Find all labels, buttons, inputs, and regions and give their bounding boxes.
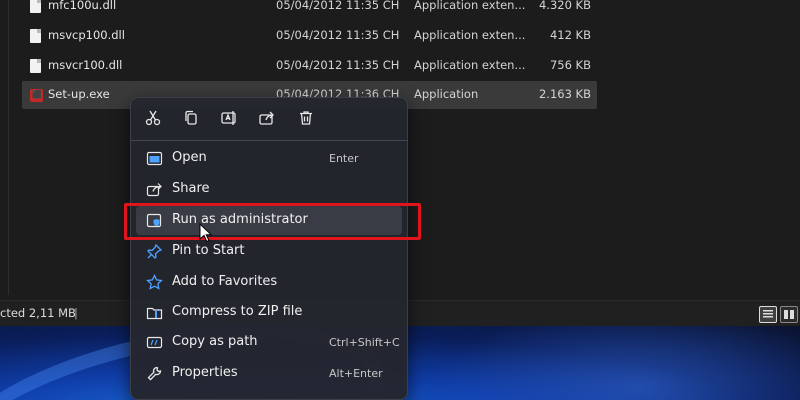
details-view-button[interactable] <box>759 306 777 323</box>
cut-button[interactable] <box>142 107 164 129</box>
pin-icon <box>146 243 163 260</box>
menu-item-compress-zip[interactable]: Compress to ZIP file <box>136 298 402 327</box>
status-separator: | <box>74 306 78 320</box>
path-icon <box>146 334 163 351</box>
dll-file-icon <box>30 59 41 73</box>
menu-shortcut: Alt+Enter <box>329 367 383 380</box>
menu-item-add-to-favorites[interactable]: Add to Favorites <box>136 268 402 297</box>
menu-item-share[interactable]: Share <box>136 175 402 204</box>
file-date: 05/04/2012 11:35 CH <box>276 0 400 12</box>
menu-item-properties[interactable]: Properties Alt+Enter <box>136 359 402 388</box>
share-icon <box>146 181 163 198</box>
menu-label: Copy as path <box>172 334 258 349</box>
star-icon <box>146 273 163 291</box>
trash-icon <box>300 111 312 125</box>
menu-label: Share <box>172 181 210 196</box>
quick-action-bar <box>131 98 407 138</box>
file-row[interactable]: mfc100u.dll 05/04/2012 11:35 CH Applicat… <box>22 0 597 20</box>
menu-item-pin-to-start[interactable]: Pin to Start <box>136 237 402 266</box>
menu-shortcut: Ctrl+Shift+C <box>329 336 400 349</box>
open-window-icon <box>146 150 163 167</box>
copy-icon <box>185 110 197 125</box>
wrench-icon <box>146 365 163 382</box>
menu-label: Compress to ZIP file <box>172 304 303 319</box>
menu-label: Add to Favorites <box>172 274 278 289</box>
copy-button[interactable] <box>180 107 202 129</box>
file-name: Set-up.exe <box>48 87 110 101</box>
dll-file-icon <box>30 0 41 13</box>
file-size: 4.320 KB <box>538 0 591 12</box>
file-type: Application exten... <box>414 0 526 12</box>
menu-label: Properties <box>172 365 238 380</box>
menu-item-open[interactable]: Open Enter <box>136 144 402 173</box>
file-size: 2.163 KB <box>538 87 591 101</box>
file-name: msvcp100.dll <box>48 28 125 42</box>
share-button[interactable] <box>256 107 278 129</box>
file-row[interactable]: msvcr100.dll 05/04/2012 11:35 CH Applica… <box>22 52 597 80</box>
menu-shortcut: Enter <box>329 152 359 165</box>
delete-button[interactable] <box>295 107 317 129</box>
file-date: 05/04/2012 11:35 CH <box>276 58 400 72</box>
file-name: msvcr100.dll <box>48 58 123 72</box>
menu-separator <box>131 140 407 141</box>
file-size: 412 KB <box>549 28 591 42</box>
selection-status: cted 2,11 MB <box>0 306 76 320</box>
file-row[interactable]: msvcp100.dll 05/04/2012 11:35 CH Applica… <box>22 22 597 50</box>
menu-item-copy-as-path[interactable]: Copy as path Ctrl+Shift+C <box>136 328 402 357</box>
tiles-view-button[interactable] <box>780 306 798 323</box>
menu-label: Open <box>172 150 207 165</box>
exe-file-icon: ⬛ <box>30 89 43 102</box>
file-name: mfc100u.dll <box>48 0 117 12</box>
rename-button[interactable] <box>218 107 240 129</box>
file-size: 756 KB <box>549 58 591 72</box>
annotation-highlight-box <box>124 203 421 240</box>
file-type: Application exten... <box>414 58 526 72</box>
context-menu: Open Enter Share Run as administrator Pi… <box>130 97 408 400</box>
scissors-icon <box>145 110 161 126</box>
file-date: 05/04/2012 11:35 CH <box>276 28 400 42</box>
nav-pane-divider[interactable] <box>8 0 9 295</box>
zip-folder-icon <box>146 304 163 321</box>
share-icon <box>259 111 274 125</box>
mouse-cursor-icon <box>199 223 213 243</box>
file-type: Application <box>414 87 479 101</box>
menu-label: Pin to Start <box>172 243 245 258</box>
file-type: Application exten... <box>414 28 526 42</box>
dll-file-icon <box>30 29 41 43</box>
rename-icon <box>221 111 236 125</box>
